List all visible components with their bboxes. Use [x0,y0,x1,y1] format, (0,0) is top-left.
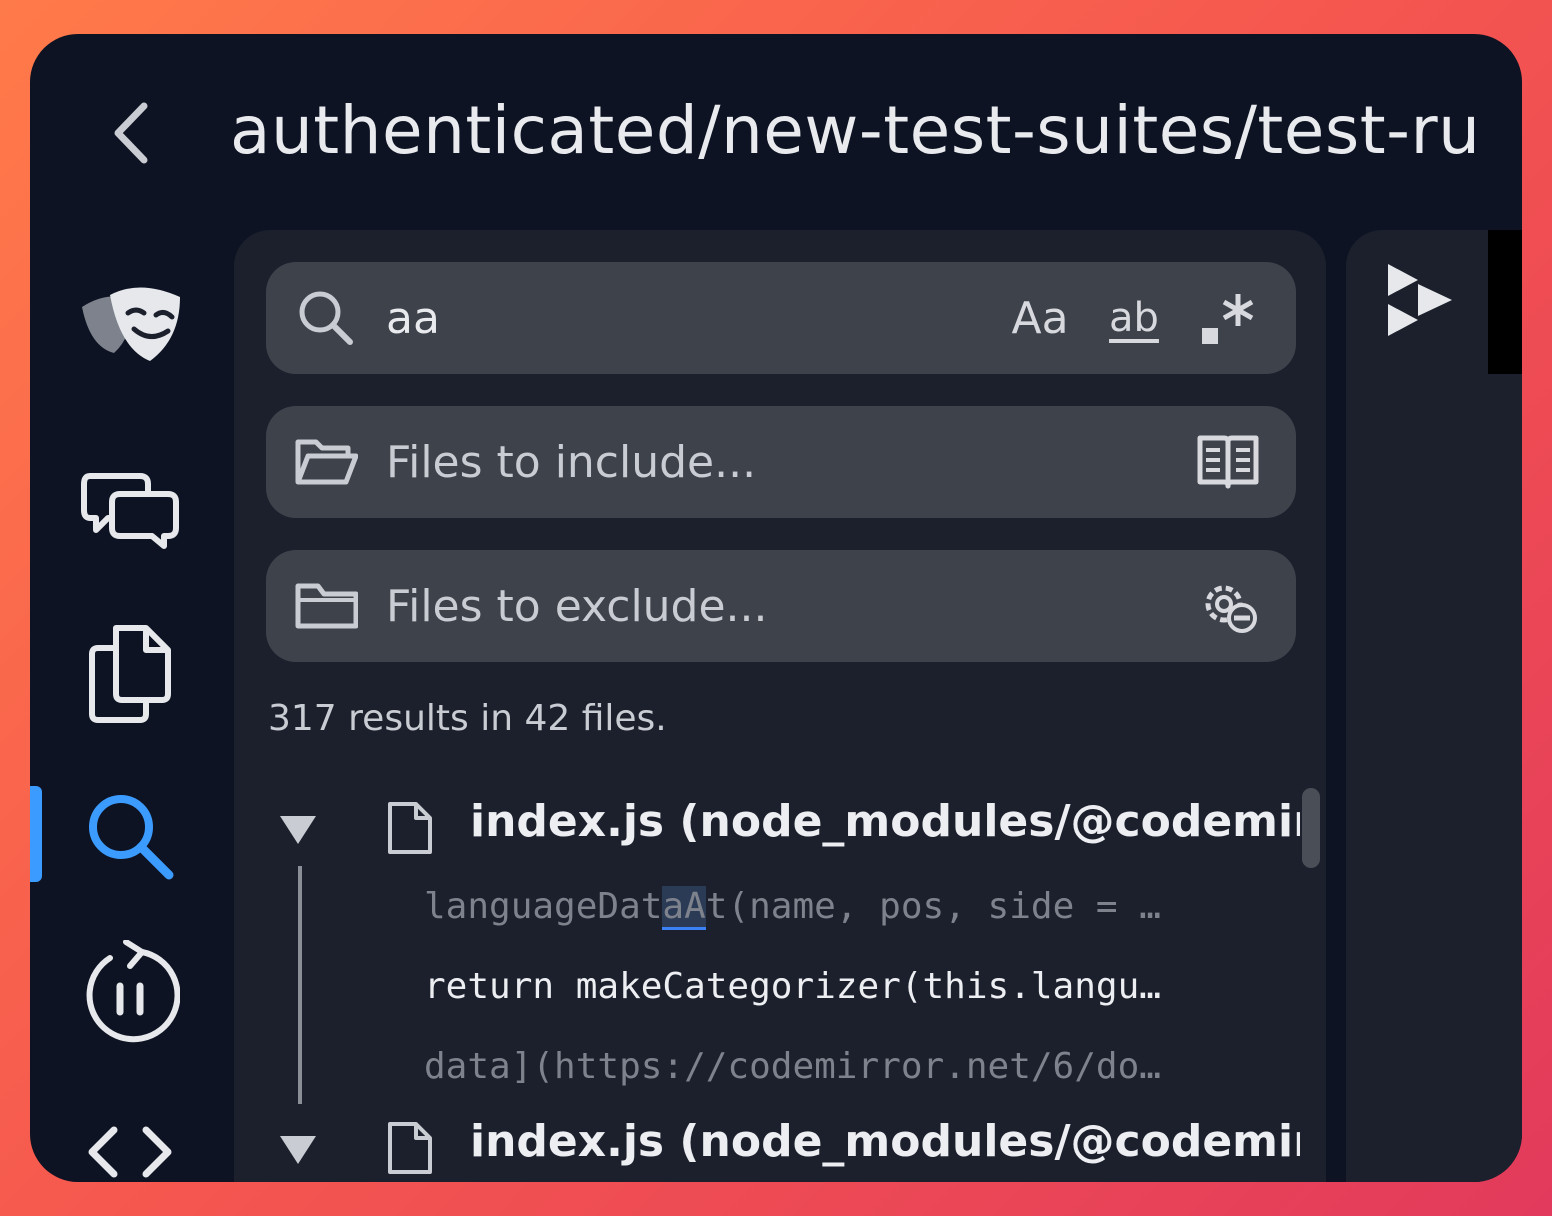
activity-source-code[interactable] [76,1098,184,1182]
file-icon [388,802,432,854]
activity-bar [30,264,230,1182]
exclude-field [266,550,1296,662]
search-icon [299,291,353,345]
run-all-button[interactable] [1384,262,1454,342]
results-summary: 317 results in 42 files. [268,698,667,739]
use-exclude-settings-button[interactable] [1196,428,1260,496]
file-result-row[interactable]: index.js (node_modules/@codemirr [234,1110,1302,1182]
active-indicator [30,786,42,882]
regex-button[interactable] [1196,284,1260,352]
history-pause-icon [86,940,180,1043]
match-case-button[interactable]: Aa [1008,284,1072,352]
folder-icon [295,583,358,629]
files-include-input[interactable] [386,426,986,498]
gear-minus-icon [1205,585,1257,633]
editor-edge [1488,230,1522,374]
regex-icon [1202,294,1254,344]
match-line[interactable]: languageDataAt(name, pos, side = … [424,872,1254,942]
files-icon [89,625,171,723]
top-bar: authenticated/new-test-suites/test-ru [30,34,1522,234]
triangle-down-icon [280,1136,316,1164]
search-field: Aa ab [266,262,1296,374]
back-button[interactable] [102,98,162,168]
match-before: languageDat [424,886,663,927]
theater-masks-icon [82,287,180,361]
run-all-icon [1388,264,1452,336]
file-icon [388,1122,432,1174]
whole-word-button[interactable]: ab [1102,284,1166,352]
folder-open-icon [295,439,358,485]
file-name: index.js (node_modules/@codemirr [470,796,1300,847]
match-highlight: aA [662,886,706,930]
triangle-down-icon [280,816,316,844]
chevron-left-icon [114,102,148,164]
results-tree: index.js (node_modules/@codemirr languag… [234,790,1302,1182]
search-panel: Aa ab [234,230,1326,1182]
activity-playwright[interactable] [76,268,184,376]
file-result-row[interactable]: index.js (node_modules/@codemirr [234,790,1302,870]
code-brackets-icon [88,1126,172,1178]
files-exclude-input[interactable] [386,570,986,642]
activity-explorer[interactable] [76,620,184,728]
tree-indent-guide [298,866,302,1104]
search-icon [89,795,174,880]
results-scrollbar[interactable] [1302,788,1320,868]
activity-search[interactable] [76,782,184,890]
activity-discussions[interactable] [76,456,184,564]
match-after: t(name, pos, side = … [705,886,1161,927]
exclude-settings-button[interactable] [1196,572,1260,640]
search-input[interactable] [386,282,986,354]
activity-timeline[interactable] [76,938,184,1046]
book-icon [1197,435,1259,489]
match-line[interactable]: return makeCategorizer(this.langu… [424,952,1254,1022]
app-window: authenticated/new-test-suites/test-ru aa… [30,34,1522,1182]
chat-bubbles-icon [81,473,179,549]
match-line[interactable]: data](https://codemirror.net/6/do… [424,1032,1254,1102]
file-name: index.js (node_modules/@codemirr [470,1116,1300,1167]
include-field [266,406,1296,518]
breadcrumb-title: authenticated/new-test-suites/test-ru [230,92,1481,169]
